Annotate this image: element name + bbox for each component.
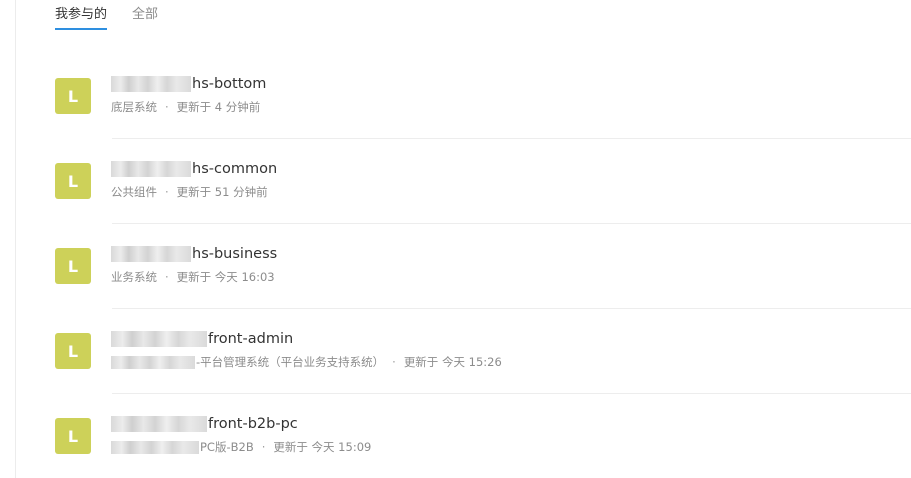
redacted-description-prefix (111, 355, 195, 369)
repo-description: PC版-B2B (200, 440, 254, 454)
repo-name-link[interactable]: hs-common (192, 161, 277, 177)
repo-updated-time: 更新于 今天 15:26 (403, 355, 502, 369)
repo-description: -平台管理系统（平台业务支持系统） (196, 355, 385, 369)
redacted-owner-prefix (111, 161, 191, 177)
repo-avatar: L (55, 418, 91, 454)
repo-avatar: L (55, 248, 91, 284)
repo-avatar: L (55, 163, 91, 199)
repo-title-row: hs-business (111, 244, 277, 264)
repo-meta: -平台管理系统（平台业务支持系统） · 更新于 今天 15:26 (111, 354, 502, 370)
redacted-owner-prefix (111, 331, 207, 347)
repo-avatar: L (55, 78, 91, 114)
repo-updated-time: 更新于 今天 16:03 (176, 270, 275, 284)
redacted-owner-prefix (111, 76, 191, 92)
tab-participated[interactable]: 我参与的 (55, 0, 108, 30)
repo-name-link[interactable]: hs-business (192, 246, 277, 262)
repo-item[interactable]: L front-admin -平台管理系统（平台业务支持系统） · 更新于 今天… (0, 309, 911, 394)
repo-list: L hs-bottom 底层系统 · 更新于 4 分钟前 L hs-common… (0, 54, 911, 478)
repo-name-link[interactable]: front-admin (208, 331, 293, 347)
repo-title-row: front-b2b-pc (111, 414, 298, 434)
repo-filter-tabs: 我参与的 全部 (55, 0, 183, 32)
repo-updated-time: 更新于 51 分钟前 (176, 185, 268, 199)
meta-separator: · (165, 270, 169, 284)
repo-meta: 底层系统 · 更新于 4 分钟前 (111, 99, 260, 115)
repo-updated-time: 更新于 4 分钟前 (176, 100, 261, 114)
meta-separator: · (165, 185, 169, 199)
repo-meta: 公共组件 · 更新于 51 分钟前 (111, 184, 268, 200)
repo-title-row: front-admin (111, 329, 293, 349)
repo-name-link[interactable]: front-b2b-pc (208, 416, 298, 432)
meta-separator: · (392, 355, 396, 369)
repo-avatar: L (55, 333, 91, 369)
repo-description: 业务系统 (111, 270, 157, 284)
repo-title-row: hs-common (111, 159, 277, 179)
repo-meta: 业务系统 · 更新于 今天 16:03 (111, 269, 275, 285)
meta-separator: · (261, 440, 266, 454)
redacted-owner-prefix (111, 246, 191, 262)
repo-item[interactable]: L hs-bottom 底层系统 · 更新于 4 分钟前 (0, 54, 911, 139)
repo-item[interactable]: L hs-common 公共组件 · 更新于 51 分钟前 (0, 139, 911, 224)
repo-title-row: hs-bottom (111, 74, 266, 94)
repo-item[interactable]: L front-b2b-pc PC版-B2B · 更新于 今天 15:09 (0, 394, 911, 478)
repo-description: 底层系统 (111, 100, 157, 114)
repo-meta: PC版-B2B · 更新于 今天 15:09 (111, 439, 371, 455)
repository-page: 我参与的 全部 L hs-bottom 底层系统 · 更新于 4 分钟前 L h… (0, 0, 911, 478)
repo-description: 公共组件 (111, 185, 157, 199)
tab-all[interactable]: 全部 (132, 0, 158, 24)
repo-updated-time: 更新于 今天 15:09 (273, 440, 372, 454)
repo-item[interactable]: L hs-business 业务系统 · 更新于 今天 16:03 (0, 224, 911, 309)
redacted-description-prefix (111, 440, 199, 454)
meta-separator: · (165, 100, 169, 114)
repo-name-link[interactable]: hs-bottom (192, 76, 266, 92)
redacted-owner-prefix (111, 416, 207, 432)
